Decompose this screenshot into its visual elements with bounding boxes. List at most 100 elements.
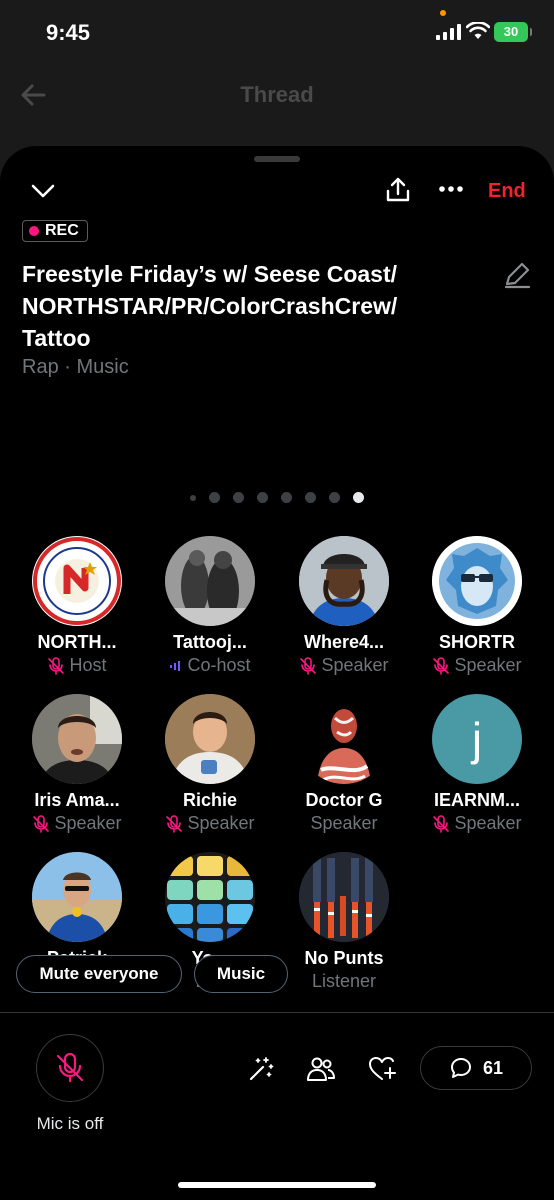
mic-off-icon [56, 1053, 84, 1083]
status-bar: 9:45 30 [0, 0, 554, 70]
participant-role-label: Speaker [310, 813, 378, 833]
heart-plus-icon [369, 1057, 396, 1080]
northstar-logo-icon [33, 537, 121, 625]
people-icon [307, 1057, 335, 1081]
participant-name: NORTH... [37, 632, 117, 652]
avatar [165, 694, 255, 784]
participant-role-label: Host [69, 655, 107, 675]
mic-muted-icon [33, 814, 50, 833]
man-cap-icon [299, 536, 389, 626]
speaking-indicator-icon [170, 660, 181, 671]
participant[interactable]: No Punts Listener [277, 852, 411, 992]
avatar [299, 536, 389, 626]
participant-role: Listener [277, 971, 411, 992]
avatar [32, 852, 122, 942]
avatar [432, 536, 522, 626]
participant-role: Speaker [143, 813, 277, 834]
participant-role-label: Speaker [454, 813, 522, 833]
privacy-indicator-dot [440, 10, 446, 16]
signal-icon [436, 24, 461, 40]
participant-role: Speaker [410, 813, 544, 834]
participant[interactable]: Tattooj... Co-host [143, 536, 277, 676]
recording-dot-icon [29, 226, 39, 236]
participant-name: Richie [182, 790, 238, 810]
thread-title: Thread [240, 82, 314, 107]
participant[interactable]: Patrick [10, 852, 144, 969]
share-icon[interactable] [384, 176, 412, 204]
end-space-button[interactable]: End [488, 180, 526, 203]
music-button[interactable]: Music [194, 955, 288, 993]
participant-name: Doctor G [305, 790, 383, 810]
mic-toggle-button[interactable] [36, 1034, 104, 1102]
page-indicator[interactable] [0, 492, 554, 503]
react-button[interactable] [368, 1054, 398, 1084]
magic-wand-icon [249, 1057, 274, 1081]
participant-role-label: Listener [311, 971, 377, 991]
comment-count: 61 [482, 1057, 504, 1078]
participant-role-label: Speaker [321, 655, 389, 675]
avatar [299, 694, 389, 784]
status-time: 9:45 [46, 20, 91, 45]
comment-bubble-icon [450, 1058, 471, 1078]
participant-name: IEARNM... [433, 790, 520, 810]
man-selfie-icon [32, 694, 122, 784]
collapse-chevron-icon[interactable] [30, 178, 56, 204]
avatar-letter: j [471, 713, 483, 765]
space-title: Freestyle Friday’s w/ Seese Coast/ NORTH… [22, 261, 398, 351]
participant[interactable]: j IEARNM... Speaker [410, 694, 544, 834]
participant-name: Where4... [303, 632, 385, 652]
sheet-grabber[interactable] [254, 156, 300, 162]
participant-name: Iris Ama... [34, 790, 120, 810]
comments-button[interactable]: 61 [420, 1046, 532, 1090]
bottom-divider [0, 1012, 554, 1013]
page-dot-active [353, 492, 364, 503]
page-dot [190, 494, 196, 501]
participant-role: Speaker [277, 655, 411, 676]
participant[interactable]: Doctor G Speaker [277, 694, 411, 834]
participant-role-label: Co-host [187, 655, 251, 675]
mic-status-label: Mic is off [36, 1114, 104, 1133]
participant[interactable]: NORTH... Host [10, 536, 144, 676]
participant-name: Tattooj... [173, 632, 247, 652]
participant-name: SHORTR [439, 632, 515, 652]
avatar [299, 852, 389, 942]
man-hoodie-icon [165, 694, 255, 784]
participant-role: Co-host [143, 655, 277, 676]
participant-role: Speaker [410, 655, 544, 676]
edit-pencil-icon[interactable] [502, 260, 532, 290]
painted-figure-icon [299, 694, 389, 784]
mic-muted-icon [48, 656, 65, 675]
knives-icon [299, 852, 389, 942]
avatar [165, 852, 255, 942]
home-indicator [178, 1182, 376, 1188]
participant-role-label: Speaker [54, 813, 122, 833]
page-dot [329, 492, 340, 503]
page-dot [281, 492, 292, 503]
people-button[interactable] [306, 1054, 336, 1084]
avatar [165, 536, 255, 626]
avatar: j [432, 694, 522, 784]
avatar [32, 694, 122, 784]
participant-role-label: Speaker [454, 655, 522, 675]
recording-badge: REC [22, 220, 88, 242]
participant-name: No Punts [304, 948, 384, 968]
mic-muted-icon [433, 656, 450, 675]
avatar [32, 536, 122, 626]
man-beach-icon [32, 852, 122, 942]
participant-role: Speaker [10, 813, 144, 834]
mic-muted-icon [166, 814, 183, 833]
lion-logo-icon [432, 536, 522, 626]
wifi-icon [466, 22, 490, 39]
participant-role: Speaker [277, 813, 411, 834]
recording-label: REC [45, 222, 79, 239]
page-dot [233, 492, 244, 503]
mic-muted-icon [300, 656, 317, 675]
effects-button[interactable] [246, 1054, 276, 1084]
participant[interactable]: Richie Speaker [143, 694, 277, 834]
participant[interactable]: SHORTR Speaker [410, 536, 544, 676]
space-topics: Rap · Music [22, 356, 129, 378]
mute-everyone-button[interactable]: Mute everyone [16, 955, 182, 993]
participant[interactable]: Where4... Speaker [277, 536, 411, 676]
participant[interactable]: Iris Ama... Speaker [10, 694, 144, 834]
more-options-icon[interactable] [438, 184, 464, 194]
